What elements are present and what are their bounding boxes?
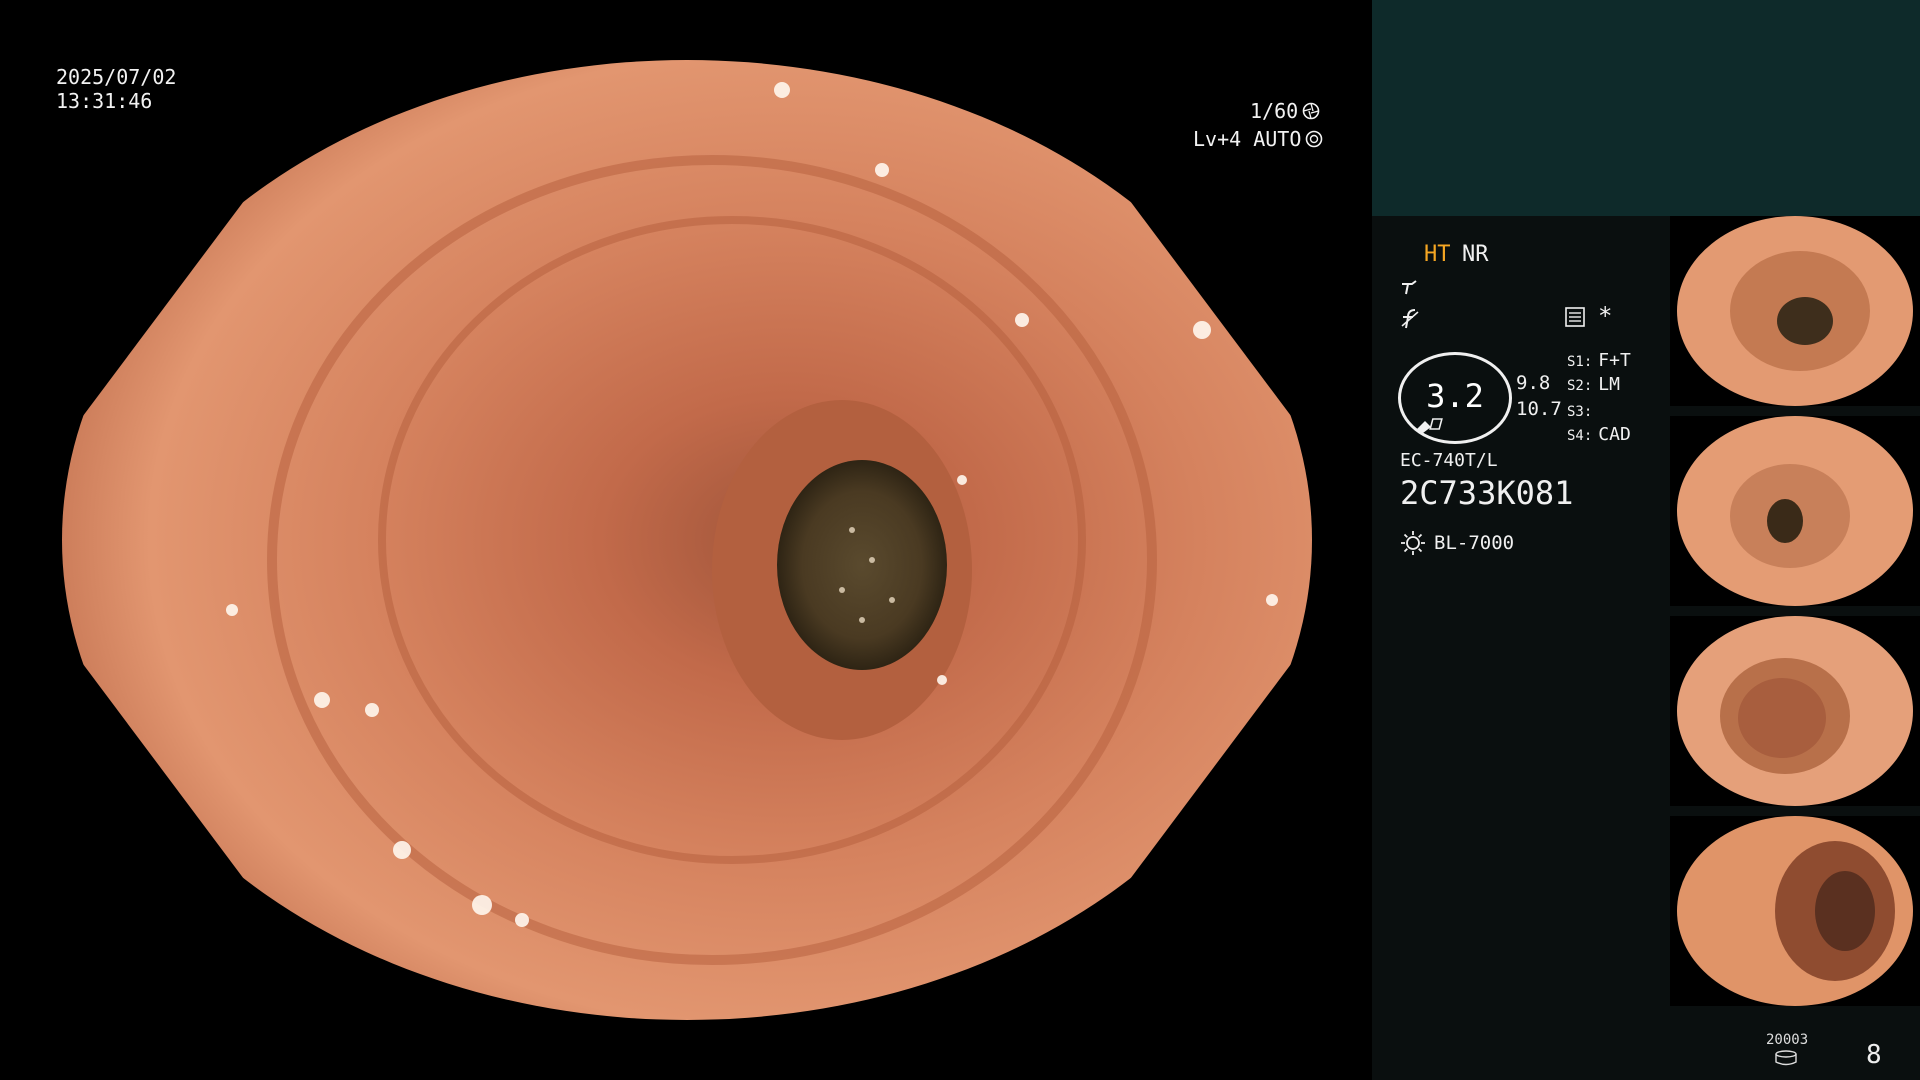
side-panel-header bbox=[1372, 0, 1920, 216]
scope-info-panel: HT NR * 3.2 9.8 10.7 S1:F+T S2:LM S3: bbox=[1372, 216, 1670, 1080]
time-display: 13:31:46 bbox=[56, 89, 153, 113]
zoom-value-2: 10.7 bbox=[1516, 398, 1562, 420]
scope-serial: 2C733K081 bbox=[1400, 474, 1574, 512]
light-source-icon bbox=[1401, 531, 1425, 555]
zoom-value-1: 9.8 bbox=[1516, 372, 1551, 394]
iris-icon bbox=[1306, 130, 1323, 148]
light-source-row: BL-7000 bbox=[1400, 530, 1514, 556]
shutter-readout: 1/60 bbox=[1250, 99, 1320, 123]
captured-thumbnail[interactable] bbox=[1670, 216, 1920, 406]
asterisk-indicator: * bbox=[1598, 302, 1613, 330]
level-value: Lv+4 AUTO bbox=[1193, 127, 1302, 151]
ht-indicator: HT bbox=[1424, 242, 1451, 267]
aperture-icon bbox=[1302, 102, 1320, 120]
zoom-mode-icon bbox=[1417, 418, 1443, 433]
image-count: 8 bbox=[1866, 1040, 1882, 1070]
captured-images-list bbox=[1670, 216, 1920, 1016]
storage-disk-icon bbox=[1775, 1050, 1797, 1066]
level-readout: Lv+4 AUTO bbox=[1193, 127, 1323, 151]
shutter-value: 1/60 bbox=[1250, 99, 1299, 123]
setting-s3: S3: bbox=[1567, 404, 1593, 420]
captured-thumbnail[interactable] bbox=[1670, 816, 1920, 1006]
setting-s2: S2: LM bbox=[1567, 374, 1620, 395]
color-mode-icon bbox=[1401, 309, 1419, 329]
setting-s4: S4: CAD bbox=[1567, 424, 1631, 445]
scope-model: EC-740T/L bbox=[1400, 450, 1498, 471]
settings-list-icon bbox=[1565, 307, 1585, 327]
enhancement-icon bbox=[1402, 280, 1417, 295]
setting-s1: S1: F+T bbox=[1567, 350, 1631, 371]
nr-indicator: NR bbox=[1462, 242, 1489, 267]
date-display: 2025/07/02 bbox=[56, 65, 177, 89]
light-source-label: BL-7000 bbox=[1434, 532, 1515, 554]
endoscopy-image bbox=[62, 60, 1312, 1020]
captured-thumbnail[interactable] bbox=[1670, 616, 1920, 806]
endoscope-main-view: 2025/07/02 13:31:46 1/60 Lv+4 AUTO bbox=[0, 0, 1372, 1080]
zoom-value: 3.2 bbox=[1426, 377, 1484, 415]
zoom-indicator: 3.2 bbox=[1398, 352, 1512, 444]
side-panel: HT NR * 3.2 9.8 10.7 S1:F+T S2:LM S3: bbox=[1372, 0, 1920, 1080]
captured-thumbnail[interactable] bbox=[1670, 416, 1920, 606]
storage-code: 20003 bbox=[1766, 1032, 1809, 1048]
